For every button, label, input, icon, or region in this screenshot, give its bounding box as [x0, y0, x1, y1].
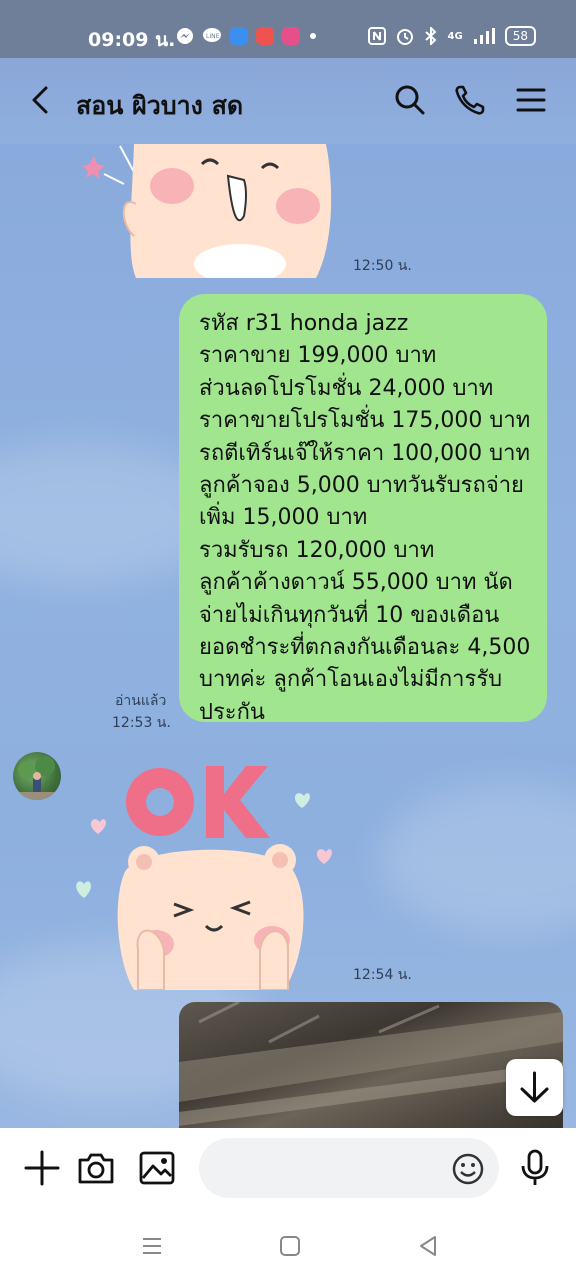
- app-icon-red: [256, 27, 274, 45]
- message-bubble[interactable]: รหัส r31 honda jazz ราคาขาย 199,000 บาท …: [179, 294, 547, 725]
- messenger-icon: [177, 28, 193, 44]
- bear-sticker-cheer[interactable]: [76, 144, 340, 278]
- menu-icon[interactable]: [513, 82, 549, 118]
- signal-icon: [473, 28, 495, 44]
- message-time: 12:54 น.: [353, 967, 412, 983]
- system-status: 4G 58: [367, 26, 536, 46]
- weather-app-icon: [230, 27, 248, 45]
- alarm-icon: [396, 29, 413, 45]
- notification-icons: LINE: [176, 27, 318, 45]
- avatar[interactable]: [13, 752, 61, 800]
- chat-title: สอน ผิวบาง สด: [76, 91, 244, 120]
- app-icon-pink: [282, 27, 300, 45]
- message-time: 12:50 น.: [353, 258, 412, 274]
- cloud-decoration: [380, 784, 576, 934]
- system-nav-bar: [0, 1210, 576, 1280]
- message-text: รหัส r31 honda jazz ราคาขาย 199,000 บาท …: [199, 311, 531, 725]
- search-icon[interactable]: [392, 82, 428, 118]
- emoji-icon[interactable]: [451, 1152, 485, 1186]
- microphone-icon[interactable]: [515, 1148, 555, 1188]
- status-bar: 09:09 น. LINE 4G 58: [0, 0, 576, 58]
- back-arrow-icon[interactable]: [22, 82, 58, 118]
- home-icon[interactable]: [278, 1234, 302, 1258]
- line-icon: LINE: [203, 28, 221, 42]
- avatar-photo: [13, 756, 61, 800]
- image-icon[interactable]: [137, 1148, 177, 1188]
- plus-icon[interactable]: [22, 1148, 62, 1188]
- svg-text:LINE: LINE: [206, 33, 220, 40]
- battery-indicator: 58: [504, 26, 536, 46]
- bear-ok-sticker[interactable]: OK: [74, 754, 344, 990]
- recent-apps-icon[interactable]: [140, 1234, 164, 1258]
- back-nav-icon[interactable]: [416, 1234, 440, 1258]
- camera-icon[interactable]: [76, 1148, 116, 1188]
- nfc-icon: [367, 27, 386, 45]
- network-indicator: 4G: [447, 30, 463, 42]
- dot-icon: [310, 33, 316, 39]
- chat-area[interactable]: 12:50 น. รหัส r31 honda jazz ราคาขาย 199…: [0, 144, 576, 1128]
- bluetooth-icon: [424, 27, 437, 45]
- scroll-to-bottom-button[interactable]: [506, 1059, 563, 1116]
- read-receipt: อ่านแล้ว: [115, 693, 167, 709]
- message-input-bar: [0, 1128, 576, 1210]
- chat-header: สอน ผิวบาง สด: [0, 58, 576, 144]
- message-input[interactable]: [199, 1138, 499, 1198]
- status-time: 09:09 น.: [88, 29, 176, 51]
- message-time: 12:53 น.: [112, 715, 171, 731]
- phone-icon[interactable]: [452, 82, 488, 118]
- arrow-down-icon: [520, 1071, 549, 1103]
